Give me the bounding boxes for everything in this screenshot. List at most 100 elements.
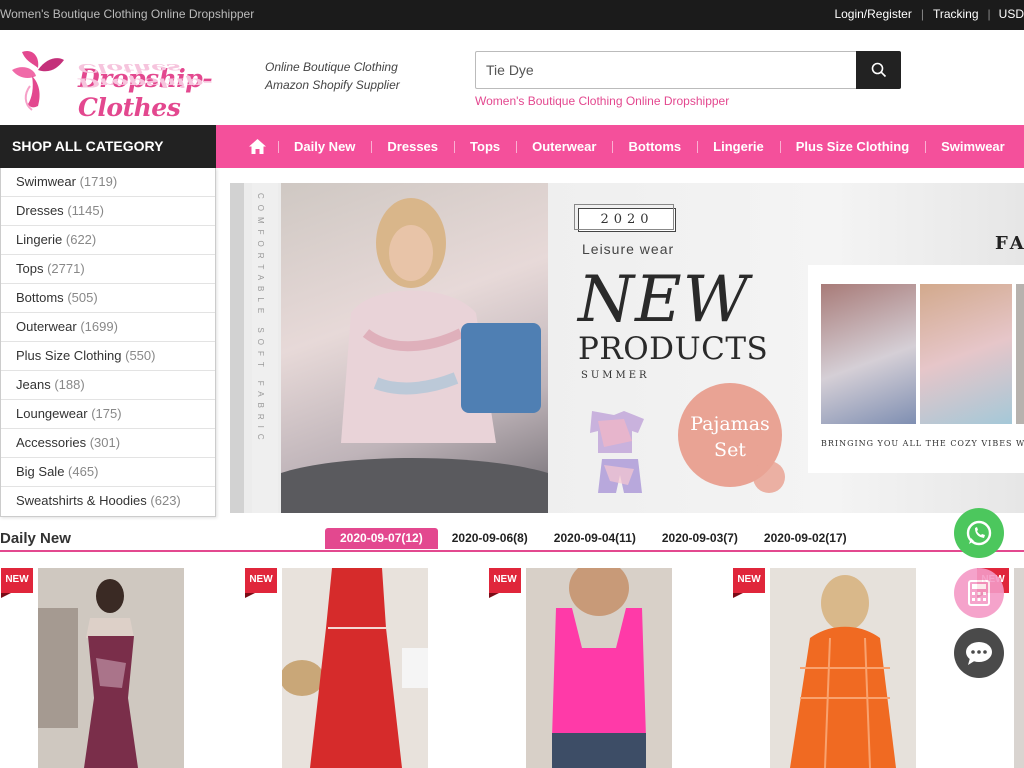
decorative-circle	[753, 461, 785, 493]
new-badge: NEW	[489, 568, 521, 598]
tracking-link[interactable]: Tracking	[924, 7, 988, 21]
product-card[interactable]	[38, 568, 184, 768]
product-card[interactable]	[526, 568, 672, 768]
leisure-label: Leisure wear	[582, 241, 675, 257]
banner-photo-card: BRINGING YOU ALL THE COZY VIBES W	[808, 265, 1024, 473]
calculator-button[interactable]	[954, 568, 1004, 618]
vertical-caption: COMFORTABLE SOFT FABRIC	[256, 193, 265, 446]
tab-date[interactable]: 2020-09-04(11)	[542, 528, 648, 549]
banner-model-photo	[281, 183, 548, 513]
nav-item-dresses[interactable]: Dresses	[371, 139, 454, 154]
nav-item-swimwear[interactable]: Swimwear	[925, 139, 1021, 154]
butterfly-logo-icon	[12, 50, 64, 111]
sidebar-item-dresses[interactable]: Dresses (1145)	[1, 197, 215, 226]
product-card[interactable]	[770, 568, 916, 768]
daily-new-header: Daily New 2020-09-07(12) 2020-09-06(8) 2…	[0, 526, 1024, 552]
category-count: (623)	[150, 493, 181, 508]
category-count: (622)	[65, 232, 97, 247]
top-tagline: Women's Boutique Clothing Online Dropshi…	[0, 7, 255, 21]
chat-button[interactable]	[954, 628, 1004, 678]
nav-item-plus-size[interactable]: Plus Size Clothing	[779, 139, 925, 154]
whatsapp-button[interactable]	[954, 508, 1004, 558]
sidebar-item-loungewear[interactable]: Loungewear (175)	[1, 400, 215, 429]
category-count: (505)	[67, 290, 98, 305]
tab-date[interactable]: 2020-09-02(17)	[752, 528, 859, 549]
logo-reflection: Dropship-Clothes	[78, 61, 213, 90]
sidebar-item-swimwear[interactable]: Swimwear (1719)	[1, 168, 215, 197]
category-name: Bottoms	[16, 290, 64, 305]
banner-vertical-text: COMFORTABLE SOFT FABRIC	[252, 183, 278, 513]
slogan-line: Amazon Shopify Supplier	[265, 78, 400, 92]
slogan-line: Online Boutique Clothing	[265, 60, 398, 74]
products-heading: PRODUCTS	[578, 331, 769, 367]
new-badge: NEW	[245, 568, 277, 598]
nav-item-bottoms[interactable]: Bottoms	[612, 139, 697, 154]
search-input[interactable]	[476, 52, 858, 88]
search-button[interactable]	[856, 51, 901, 89]
search-hint: Women's Boutique Clothing Online Dropshi…	[475, 94, 730, 108]
search-box	[475, 51, 901, 89]
new-heading: NEW	[578, 263, 750, 337]
shop-all-category[interactable]: SHOP ALL CATEGORY	[0, 125, 216, 168]
banner-fa-text: FA	[995, 233, 1024, 254]
sidebar-item-jeans[interactable]: Jeans (188)	[1, 371, 215, 400]
sidebar-item-big-sale[interactable]: Big Sale (465)	[1, 458, 215, 487]
top-links: Login/Register | Tracking | USD	[825, 7, 1024, 21]
category-name: Loungewear	[16, 406, 88, 421]
card-photo	[1016, 284, 1024, 424]
sidebar-item-accessories[interactable]: Accessories (301)	[1, 429, 215, 458]
nav-item-outerwear[interactable]: Outerwear	[516, 139, 612, 154]
category-count: (175)	[91, 406, 122, 421]
category-name: Swimwear	[16, 174, 76, 189]
category-count: (2771)	[47, 261, 85, 276]
sidebar-item-plus-size[interactable]: Plus Size Clothing (550)	[1, 342, 215, 371]
category-name: Jeans	[16, 377, 51, 392]
tab-date[interactable]: 2020-09-03(7)	[650, 528, 750, 549]
nav-item-lingerie[interactable]: Lingerie	[697, 139, 780, 154]
tab-date[interactable]: 2020-09-06(8)	[440, 528, 540, 549]
product-card[interactable]	[282, 568, 428, 768]
nav-item-daily-new[interactable]: Daily New	[278, 139, 371, 154]
login-register-link[interactable]: Login/Register	[825, 7, 920, 21]
card-photo	[821, 284, 916, 424]
date-tabs: 2020-09-07(12) 2020-09-06(8) 2020-09-04(…	[325, 528, 861, 549]
slogan: Online Boutique Clothing Amazon Shopify …	[265, 58, 400, 94]
category-count: (1719)	[79, 174, 118, 189]
product-image	[282, 568, 428, 768]
category-name: Tops	[16, 261, 44, 276]
sidebar-item-sweatshirts-hoodies[interactable]: Sweatshirts & Hoodies (623)	[1, 487, 215, 516]
tab-date[interactable]: 2020-09-07(12)	[325, 528, 438, 549]
product-image	[770, 568, 916, 768]
top-bar: Women's Boutique Clothing Online Dropshi…	[0, 0, 1024, 30]
main-nav: SHOP ALL CATEGORY Daily New Dresses Tops…	[0, 125, 1024, 168]
category-sidebar: Swimwear (1719) Dresses (1145) Lingerie …	[0, 168, 216, 517]
chat-icon	[966, 642, 992, 665]
search-icon	[871, 62, 886, 78]
header: Dropship-Clothes Dropship-Clothes Online…	[0, 30, 1024, 125]
home-link[interactable]	[236, 139, 278, 154]
home-icon	[248, 139, 266, 154]
card-photo	[920, 284, 1012, 424]
category-name: Big Sale	[16, 464, 65, 479]
calculator-icon	[968, 580, 990, 606]
category-count: (465)	[68, 464, 99, 479]
product-image	[38, 568, 184, 768]
pajama-set-image	[590, 411, 644, 493]
hero-banner[interactable]: COMFORTABLE SOFT FABRIC 2020 Leisure wea…	[230, 183, 1024, 513]
sidebar-item-lingerie[interactable]: Lingerie (622)	[1, 226, 215, 255]
currency-selector[interactable]: USD	[991, 7, 1024, 21]
cozy-caption: BRINGING YOU ALL THE COZY VIBES W	[821, 439, 1024, 448]
whatsapp-icon	[966, 520, 992, 546]
banner-edge	[230, 183, 244, 513]
set-label: Set	[714, 439, 746, 461]
category-name: Sweatshirts & Hoodies	[16, 493, 147, 508]
sidebar-item-outerwear[interactable]: Outerwear (1699)	[1, 313, 215, 342]
product-card-partial[interactable]	[1014, 568, 1024, 768]
category-name: Accessories	[16, 435, 87, 450]
sidebar-item-tops[interactable]: Tops (2771)	[1, 255, 215, 284]
sidebar-item-bottoms[interactable]: Bottoms (505)	[1, 284, 215, 313]
summer-label: SUMMER	[581, 370, 650, 381]
logo[interactable]: Dropship-Clothes Dropship-Clothes	[8, 46, 243, 122]
nav-item-tops[interactable]: Tops	[454, 139, 516, 154]
category-name: Lingerie	[16, 232, 63, 247]
